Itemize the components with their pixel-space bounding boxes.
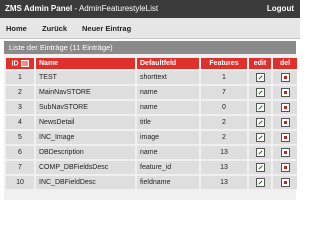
cell-del xyxy=(271,174,297,189)
edit-icon[interactable] xyxy=(255,118,265,127)
delete-icon[interactable] xyxy=(280,118,290,127)
entries-table: ID Name Defaultfeld Features edit del 1T… xyxy=(4,58,297,189)
cell-name: INC_DBFieldDesc xyxy=(34,174,136,189)
cell-edit xyxy=(247,159,272,175)
cell-name: INC_Image xyxy=(34,129,136,145)
cell-id: 3 xyxy=(4,99,35,115)
edit-icon[interactable] xyxy=(255,73,265,82)
edit-icon[interactable] xyxy=(255,133,265,142)
title-separator: - xyxy=(72,4,79,13)
col-header-id[interactable]: ID xyxy=(4,58,35,70)
delete-icon[interactable] xyxy=(280,88,290,97)
cell-edit xyxy=(247,84,272,100)
cell-features: 2 xyxy=(199,114,248,130)
nav-bar: Home Zurück Neuer Eintrag xyxy=(0,18,300,39)
page-name: AdminFeaturestyleList xyxy=(78,4,159,13)
entries-panel: Liste der Einträge (11 Einträge) ID Name… xyxy=(4,41,297,200)
cell-features: 1 xyxy=(199,69,248,85)
cell-edit xyxy=(247,69,272,85)
cell-name: MainNavSTORE xyxy=(34,84,136,100)
cell-edit xyxy=(247,129,272,145)
panel-title: Liste der Einträge (11 Einträge) xyxy=(4,41,296,54)
table-row: 5 INC_Image image 2 xyxy=(4,129,297,145)
cell-default-field: shorttext xyxy=(135,69,200,85)
cell-features: 2 xyxy=(199,129,248,145)
cell-del xyxy=(271,129,297,145)
delete-icon[interactable] xyxy=(280,103,290,112)
edit-icon[interactable] xyxy=(255,88,265,97)
edit-icon[interactable] xyxy=(255,103,265,112)
table-row: 1 TEST shorttext 1 xyxy=(4,69,297,85)
cell-edit xyxy=(247,144,272,160)
sort-icon[interactable] xyxy=(20,59,29,67)
table-row: 10 INC_DBFieldDesc fieldname 13 xyxy=(4,174,297,189)
window-title: ZMS Admin Panel - AdminFeaturestyleList xyxy=(5,4,158,13)
cell-id: 7 xyxy=(4,159,35,175)
cell-default-field: feature_id xyxy=(135,159,200,175)
col-header-name[interactable]: Name xyxy=(34,58,136,70)
table-row: 6 DBDescription name 13 xyxy=(4,144,297,160)
cell-features: 13 xyxy=(199,174,248,189)
delete-icon[interactable] xyxy=(280,148,290,157)
cell-name: TEST xyxy=(34,69,136,85)
delete-icon[interactable] xyxy=(280,73,290,82)
cell-edit xyxy=(247,99,272,115)
cell-id: 2 xyxy=(4,84,35,100)
nav-back-link[interactable]: Zurück xyxy=(42,24,67,33)
nav-home-link[interactable]: Home xyxy=(6,24,27,33)
cell-features: 13 xyxy=(199,159,248,175)
delete-icon[interactable] xyxy=(280,163,290,172)
col-header-edit: edit xyxy=(247,58,272,70)
nav-new-entry-link[interactable]: Neuer Eintrag xyxy=(82,24,131,33)
cell-del xyxy=(271,114,297,130)
table-row: 3 SubNavSTORE name 0 xyxy=(4,99,297,115)
cell-del xyxy=(271,69,297,85)
cell-id: 4 xyxy=(4,114,35,130)
logout-link[interactable]: Logout xyxy=(267,4,294,13)
delete-icon[interactable] xyxy=(280,178,290,187)
cell-name: DBDescription xyxy=(34,144,136,160)
title-bar: ZMS Admin Panel - AdminFeaturestyleList … xyxy=(0,0,300,18)
cell-default-field: fieldname xyxy=(135,174,200,189)
edit-icon[interactable] xyxy=(255,163,265,172)
cell-default-field: name xyxy=(135,99,200,115)
cell-default-field: name xyxy=(135,84,200,100)
cell-default-field: title xyxy=(135,114,200,130)
cell-name: SubNavSTORE xyxy=(34,99,136,115)
edit-icon[interactable] xyxy=(255,178,265,187)
table-row: 4 NewsDetail title 2 xyxy=(4,114,297,130)
col-header-del: del xyxy=(271,58,297,70)
cell-id: 1 xyxy=(4,69,35,85)
edit-icon[interactable] xyxy=(255,148,265,157)
cell-default-field: image xyxy=(135,129,200,145)
cell-features: 7 xyxy=(199,84,248,100)
col-header-features[interactable]: Features xyxy=(199,58,248,70)
cell-del xyxy=(271,159,297,175)
cell-default-field: name xyxy=(135,144,200,160)
cell-del xyxy=(271,84,297,100)
cell-id: 10 xyxy=(4,174,35,189)
cell-name: NewsDetail xyxy=(34,114,136,130)
cell-name: COMP_DBFieldsDesc xyxy=(34,159,136,175)
cell-del xyxy=(271,99,297,115)
cell-edit xyxy=(247,174,272,189)
cell-id: 6 xyxy=(4,144,35,160)
table-row: 7 COMP_DBFieldsDesc feature_id 13 xyxy=(4,159,297,175)
col-header-default-field[interactable]: Defaultfeld xyxy=(135,58,200,70)
cell-edit xyxy=(247,114,272,130)
table-row: 2 MainNavSTORE name 7 xyxy=(4,84,297,100)
delete-icon[interactable] xyxy=(280,133,290,142)
cell-features: 13 xyxy=(199,144,248,160)
app-name: ZMS Admin Panel xyxy=(5,4,73,13)
table-header-row: ID Name Defaultfeld Features edit del xyxy=(4,58,297,70)
cell-del xyxy=(271,144,297,160)
col-id-label: ID xyxy=(11,60,19,68)
cell-id: 5 xyxy=(4,129,35,145)
cell-features: 0 xyxy=(199,99,248,115)
